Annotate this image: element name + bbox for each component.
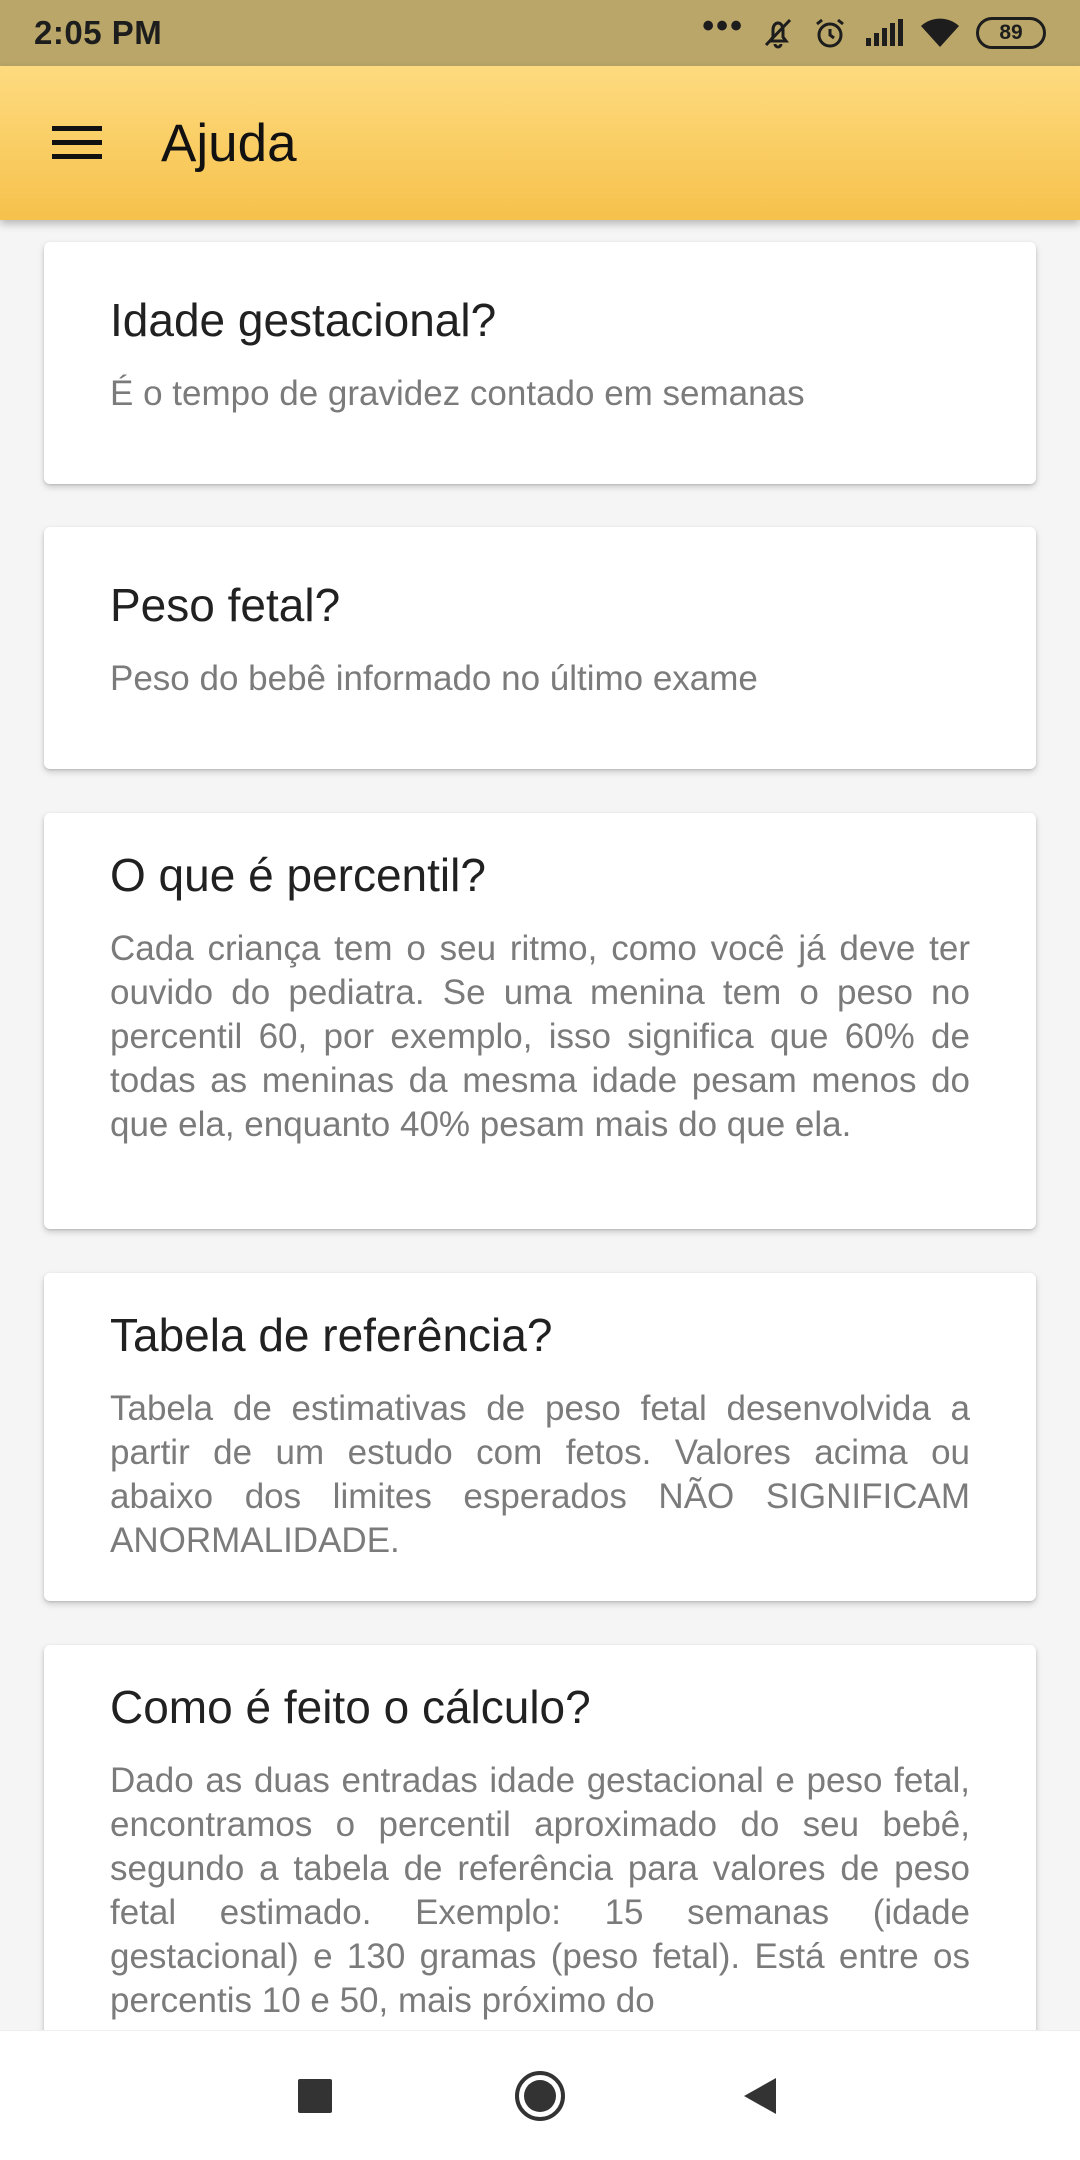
battery-icon: 89 (976, 17, 1046, 49)
card-text: Dado as duas entradas idade gestacional … (110, 1761, 970, 2020)
card-title: O que é percentil? (110, 849, 486, 901)
card-title: Como é feito o cálculo? (110, 1681, 591, 1733)
recent-apps-icon[interactable] (270, 2051, 360, 2141)
card-title: Tabela de referência? (110, 1309, 553, 1361)
hamburger-menu-icon[interactable] (39, 105, 115, 181)
help-card-percentile: O que é percentil? Cada criança tem o se… (44, 813, 1036, 1229)
card-text: Cada criança tem o seu ritmo, como você … (110, 929, 970, 1144)
back-icon[interactable] (715, 2051, 805, 2141)
card-text: Tabela de estimativas de peso fetal dese… (110, 1389, 970, 1560)
alarm-clock-icon (812, 15, 848, 51)
help-card-reference-table: Tabela de referência? Tabela de estimati… (44, 1273, 1036, 1601)
help-card-fetal-weight: Peso fetal? Peso do bebê informado no úl… (44, 527, 1036, 769)
status-time: 2:05 PM (34, 14, 163, 51)
home-icon[interactable] (495, 2051, 585, 2141)
app-bar: Ajuda (0, 66, 1080, 220)
help-card-calculation: Como é feito o cálculo? Dado as duas ent… (44, 1645, 1036, 2030)
help-list[interactable]: Idade gestacional? É o tempo de gravidez… (0, 220, 1080, 2030)
card-title: Peso fetal? (110, 579, 341, 631)
status-icons: ••• 89 (702, 9, 1046, 51)
page-title: Ajuda (161, 113, 297, 173)
status-bar: 2:05 PM ••• 89 (0, 0, 1080, 66)
card-text: Peso do bebê informado no último exame (110, 659, 758, 698)
cellular-signal-icon (864, 18, 904, 48)
more-notifications-icon: ••• (702, 7, 744, 45)
wifi-icon (920, 17, 960, 49)
card-title: Idade gestacional? (110, 294, 497, 346)
help-card-gestational-age: Idade gestacional? É o tempo de gravidez… (44, 242, 1036, 484)
alarm-off-icon (760, 15, 796, 51)
card-text: É o tempo de gravidez contado em semanas (110, 374, 805, 413)
system-nav-bar (0, 2030, 1080, 2160)
